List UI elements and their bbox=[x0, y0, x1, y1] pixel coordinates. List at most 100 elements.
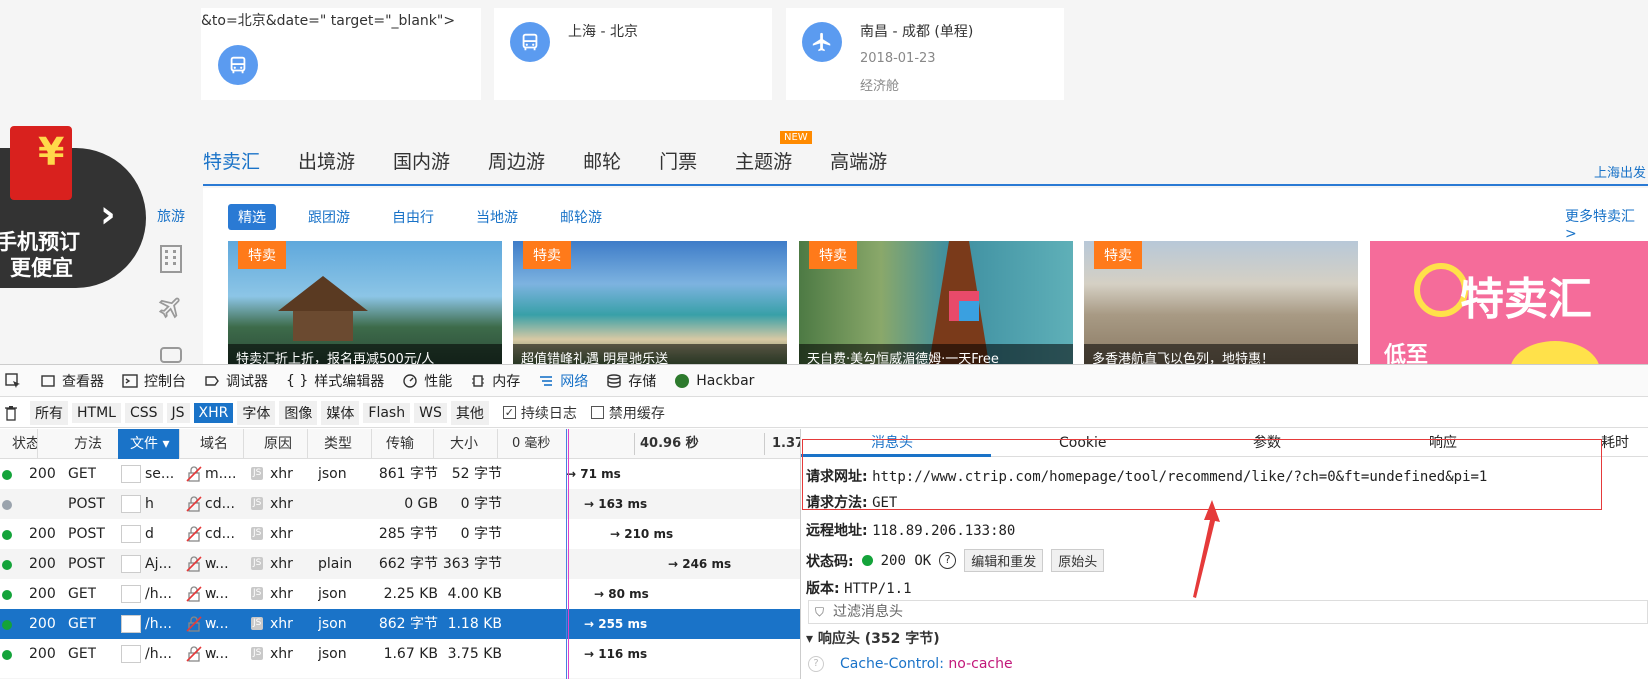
filter-other[interactable]: 其他 bbox=[450, 400, 489, 425]
flight-icon[interactable] bbox=[158, 294, 184, 320]
timeline-tick bbox=[634, 433, 635, 455]
row-status: 200 bbox=[29, 556, 56, 572]
request-row[interactable]: 200 POST d cd... JS xhr 285 字节 0 字节 → 210 ms bbox=[0, 519, 800, 549]
col-transferred[interactable]: 传输 bbox=[374, 429, 434, 459]
trash-icon[interactable] bbox=[4, 405, 18, 421]
tab-premium[interactable]: 高端游 bbox=[830, 144, 887, 186]
debugger-icon bbox=[205, 375, 219, 386]
tab-theme[interactable]: 主题游 bbox=[735, 144, 792, 186]
js-badge-icon: JS bbox=[251, 467, 264, 480]
recent-search-card-3[interactable]: 南昌 - 成都 (单程) 2018-01-23 经济舱 bbox=[786, 8, 1064, 100]
filter-all[interactable]: 所有 bbox=[30, 400, 68, 425]
tool-hackbar[interactable]: Hackbar bbox=[674, 373, 754, 389]
tab-tickets[interactable]: 门票 bbox=[659, 144, 697, 186]
filter-flash[interactable]: Flash bbox=[363, 402, 411, 423]
tab-nearby[interactable]: 周边游 bbox=[488, 144, 545, 186]
tool-console[interactable]: 控制台 bbox=[122, 371, 186, 391]
recent-search-card-1[interactable]: &to=北京&date=" target="_blank"> bbox=[201, 8, 481, 100]
deal-card-2[interactable]: 特卖 超值错峰礼遇 明星驰乐送 bbox=[513, 241, 787, 364]
deal-tag: 特卖 bbox=[1094, 241, 1142, 269]
col-status[interactable]: 状态 bbox=[0, 429, 38, 459]
row-timing: → 163 ms bbox=[584, 497, 648, 511]
request-row[interactable]: POST h cd... JS xhr 0 GB 0 字节 → 163 ms bbox=[0, 489, 800, 519]
subtab-featured[interactable]: 精选 bbox=[228, 204, 276, 230]
row-cause: xhr bbox=[270, 556, 293, 572]
recent-search-card-2[interactable]: 上海 - 北京 bbox=[494, 8, 772, 100]
tab-domestic[interactable]: 国内游 bbox=[393, 144, 450, 186]
row-size: 1.18 KB bbox=[447, 616, 502, 632]
tab-special-sale[interactable]: 特卖汇 bbox=[203, 144, 260, 186]
row-transferred: 2.25 KB bbox=[383, 586, 438, 602]
mobile-booking-promo[interactable]: ¥ 手机预订 更便宜 › bbox=[0, 126, 146, 288]
remote-address-label: 远程地址: bbox=[806, 523, 868, 539]
element-picker-icon[interactable] bbox=[4, 372, 22, 390]
subtab-cruise-tour[interactable]: 邮轮游 bbox=[550, 204, 612, 230]
tool-network[interactable]: 网络 bbox=[538, 371, 588, 391]
more-deals-link[interactable]: 更多特卖汇 > bbox=[1565, 206, 1648, 242]
deal-card-3[interactable]: 特卖 天自费·美勾恒威湄德姆·一天Free bbox=[799, 241, 1073, 364]
help-icon[interactable]: ? bbox=[939, 552, 957, 569]
persist-log-checkbox[interactable]: ✓ 持续日志 bbox=[502, 403, 577, 423]
row-method: POST bbox=[68, 556, 105, 572]
tool-inspector[interactable]: 查看器 bbox=[40, 371, 104, 391]
tool-storage[interactable]: 存储 bbox=[606, 371, 656, 391]
col-type[interactable]: 类型 bbox=[312, 429, 372, 459]
row-type: plain bbox=[318, 556, 353, 572]
col-cause[interactable]: 原因 bbox=[252, 429, 308, 459]
deal-card-4[interactable]: 特卖 多香港航直飞以色列，地特惠！ bbox=[1084, 241, 1358, 364]
subtab-local-tour[interactable]: 当地游 bbox=[466, 204, 528, 230]
status-dot bbox=[2, 560, 12, 570]
tab-outbound[interactable]: 出境游 bbox=[298, 144, 355, 186]
col-size[interactable]: 大小 bbox=[438, 429, 498, 459]
response-headers-section[interactable]: ▾ 响应头 (352 字节) bbox=[806, 628, 940, 648]
col-method[interactable]: 方法 bbox=[62, 429, 120, 459]
origin-city-link[interactable]: 上海出发 bbox=[1594, 162, 1646, 181]
request-row[interactable]: 200 POST Aj... w... JS xhr plain 662 字节 363 字节 → … bbox=[0, 549, 800, 579]
deal-caption: 超值错峰礼遇 明星驰乐送 bbox=[513, 344, 787, 364]
tool-performance[interactable]: 性能 bbox=[402, 371, 452, 391]
request-row[interactable]: 200 GET/h... w... JS xhr json 1.67 KB 3.75 KB → … bbox=[0, 639, 800, 669]
row-domain: m.... bbox=[205, 466, 237, 482]
help-icon[interactable]: ? bbox=[808, 656, 824, 672]
bus-icon bbox=[218, 45, 258, 85]
raw-headers-button[interactable]: 原始头 bbox=[1051, 549, 1105, 572]
filter-images[interactable]: 图像 bbox=[279, 400, 318, 425]
car-icon[interactable] bbox=[158, 342, 184, 364]
subtab-free-travel[interactable]: 自由行 bbox=[382, 204, 444, 230]
side-nav-travel[interactable]: 旅游 bbox=[157, 206, 185, 226]
tab-cruise[interactable]: 邮轮 bbox=[583, 144, 621, 186]
building-icon[interactable] bbox=[158, 244, 184, 274]
filter-media[interactable]: 媒体 bbox=[321, 400, 360, 425]
request-row[interactable]: 200 GET/h... w... JS xhr json 862 字节 1.18 KB → 2… bbox=[0, 609, 800, 639]
special-sale-banner[interactable]: 特卖汇 低至 bbox=[1370, 241, 1648, 364]
new-badge: NEW bbox=[780, 131, 812, 144]
row-method: POST bbox=[68, 526, 105, 542]
filter-ws[interactable]: WS bbox=[414, 402, 447, 423]
subtab-group-tour[interactable]: 跟团游 bbox=[298, 204, 360, 230]
status-dot bbox=[2, 590, 12, 600]
filter-html[interactable]: HTML bbox=[72, 402, 121, 423]
card-1-text: &to=北京&date=" target="_blank"> bbox=[201, 13, 456, 29]
request-row[interactable]: 200 GET se... m.... JS xhr json 861 字节 52 字节 → 71… bbox=[0, 459, 800, 489]
tool-debugger[interactable]: 调试器 bbox=[204, 371, 268, 391]
filter-fonts[interactable]: 字体 bbox=[237, 400, 276, 425]
chevron-right-icon: › bbox=[100, 192, 116, 236]
tool-style-editor[interactable]: { } 样式编辑器 bbox=[286, 371, 384, 391]
col-domain[interactable]: 域名 bbox=[188, 429, 244, 459]
row-cause: xhr bbox=[270, 646, 293, 662]
request-row[interactable]: 200 GET/h... w... JS xhr json 2.25 KB 4.00 KB → … bbox=[0, 579, 800, 609]
filter-css[interactable]: CSS bbox=[124, 402, 163, 423]
deal-card-1[interactable]: 特卖 特卖汇折上折，报名再减500元/人 bbox=[228, 241, 502, 364]
filter-headers-input[interactable]: ⛉ 过滤消息头 bbox=[808, 600, 1648, 624]
edit-resend-button[interactable]: 编辑和重发 bbox=[964, 549, 1044, 572]
tool-memory[interactable]: 内存 bbox=[470, 371, 520, 391]
collapse-triangle-icon: ▾ bbox=[806, 631, 814, 647]
details-tab-timings[interactable]: 耗时 bbox=[1601, 429, 1629, 457]
filter-js[interactable]: JS bbox=[166, 402, 190, 423]
disable-cache-checkbox[interactable]: 禁用缓存 bbox=[590, 403, 665, 423]
row-type: json bbox=[318, 466, 347, 482]
row-type: json bbox=[318, 586, 347, 602]
col-file[interactable]: 文件 ▾ bbox=[118, 429, 180, 459]
filter-xhr[interactable]: XHR bbox=[193, 402, 234, 423]
file-thumbnail bbox=[121, 615, 141, 633]
